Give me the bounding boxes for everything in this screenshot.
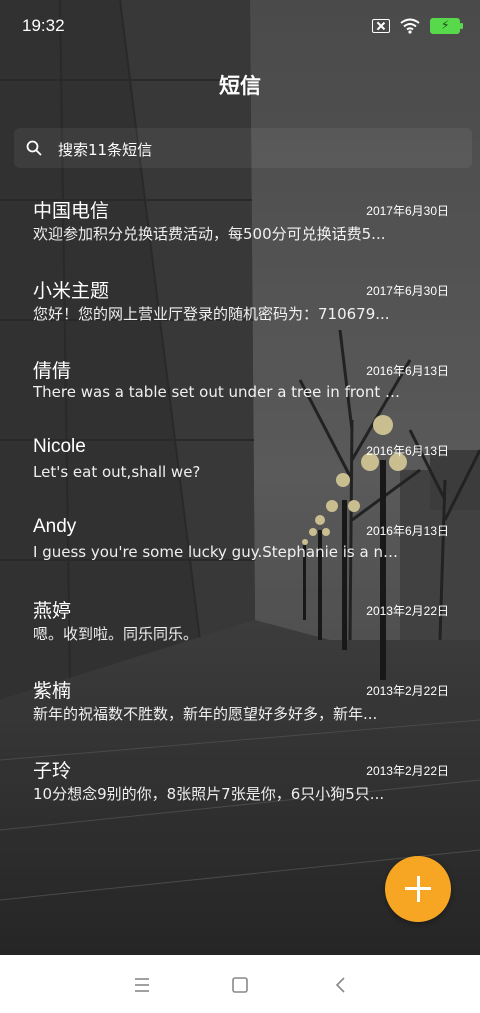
- message-date: 2016年6月13日: [366, 524, 449, 538]
- page-title: 短信: [219, 74, 261, 98]
- status-icons: ⚡: [372, 16, 463, 36]
- message-preview: 10分想念9别的你，8张照片7张是你，6只小狗5只...: [33, 785, 385, 803]
- search-bar[interactable]: 搜索11条短信: [14, 128, 472, 168]
- message-preview: 欢迎参加积分兑换话费活动，每500分可兑换话费5...: [33, 225, 386, 243]
- conversation-item[interactable]: 子玲 2013年2月22日 10分想念9别的你，8张照片7张是你，6只小狗5只.…: [0, 748, 480, 828]
- message-list: 中国电信 2017年6月30日 欢迎参加积分兑换话费活动，每500分可兑换话费5…: [0, 188, 480, 828]
- message-preview: 新年的祝福数不胜数，新年的愿望好多好多，新年...: [33, 705, 378, 723]
- message-preview: Let's eat out,shall we?: [33, 463, 201, 481]
- contact-name: 倩倩: [33, 361, 72, 382]
- conversation-item[interactable]: 紫楠 2013年2月22日 新年的祝福数不胜数，新年的愿望好多好多，新年...: [0, 668, 480, 748]
- conversation-item[interactable]: Nicole 2016年6月13日 Let's eat out,shall we…: [0, 428, 480, 508]
- conversation-item[interactable]: Andy 2016年6月13日 I guess you're some luck…: [0, 508, 480, 588]
- contact-name: 子玲: [33, 761, 72, 782]
- contact-name: 燕婷: [33, 601, 72, 622]
- conversation-item[interactable]: 中国电信 2017年6月30日 欢迎参加积分兑换话费活动，每500分可兑换话费5…: [0, 188, 480, 268]
- message-date: 2013年2月22日: [366, 764, 449, 778]
- menu-icon[interactable]: [131, 974, 153, 996]
- conversation-item[interactable]: 倩倩 2016年6月13日 There was a table set out …: [0, 348, 480, 428]
- message-date: 2013年2月22日: [366, 604, 449, 618]
- search-icon: [26, 140, 42, 156]
- conversation-item[interactable]: 燕婷 2013年2月22日 嗯。收到啦。同乐同乐。: [0, 588, 480, 668]
- contact-name: Nicole: [33, 436, 86, 457]
- contact-name: 小米主题: [33, 281, 110, 302]
- search-input[interactable]: 搜索11条短信: [58, 139, 152, 160]
- message-date: 2016年6月13日: [366, 364, 449, 378]
- message-date: 2016年6月13日: [366, 444, 449, 458]
- contact-name: Andy: [33, 516, 77, 537]
- no-sim-icon: [372, 19, 390, 33]
- wifi-icon: [400, 18, 420, 34]
- status-time: 19:32: [22, 16, 65, 35]
- contact-name: 中国电信: [33, 201, 110, 222]
- message-date: 2017年6月30日: [366, 204, 449, 218]
- navigation-bar: [0, 955, 480, 1013]
- message-preview: I guess you're some lucky guy.Stephanie …: [33, 543, 401, 561]
- message-date: 2013年2月22日: [366, 684, 449, 698]
- conversation-item[interactable]: 小米主题 2017年6月30日 您好！您的网上营业厅登录的随机密码为：71067…: [0, 268, 480, 348]
- message-preview: There was a table set out under a tree i…: [33, 383, 401, 401]
- message-preview: 嗯。收到啦。同乐同乐。: [33, 625, 199, 643]
- contact-name: 紫楠: [33, 681, 72, 702]
- back-icon[interactable]: [330, 974, 352, 996]
- status-bar: 19:32 ⚡: [0, 0, 480, 52]
- message-date: 2017年6月30日: [366, 284, 449, 298]
- home-icon[interactable]: [229, 974, 251, 996]
- message-preview: 您好！您的网上营业厅登录的随机密码为：710679...: [33, 305, 390, 323]
- new-message-button[interactable]: [385, 856, 451, 922]
- battery-charging-icon: ⚡: [430, 18, 463, 34]
